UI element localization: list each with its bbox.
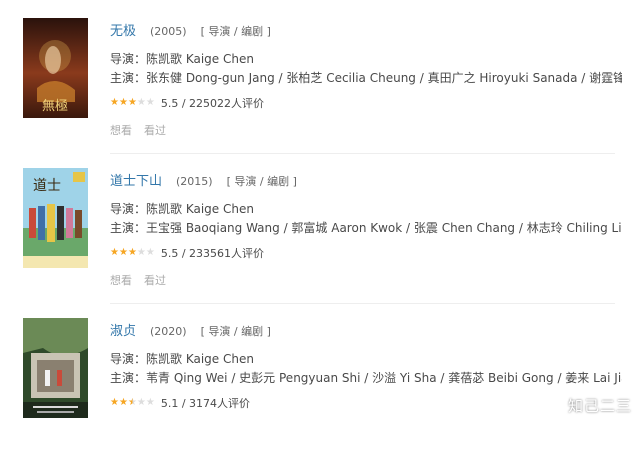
star-icon: ★ — [145, 397, 155, 408]
star-icon: ★ — [118, 247, 128, 258]
rating-text: 5.5 / 225022人评价 — [160, 97, 265, 110]
star-icon: ★ — [127, 97, 137, 108]
star-icon: ★ — [118, 97, 128, 108]
want-to-watch-button[interactable]: 想看 — [110, 124, 132, 137]
poster-image: 道士 — [23, 168, 88, 268]
director-line: 导演：陈凯歌 Kaige Chen — [110, 202, 254, 216]
rating-line: ★ ★ ★ ★ ★ 5.5 / 225022人评价 — [110, 95, 264, 111]
movie-roles: [ 导演 / 编剧 ] — [226, 175, 297, 188]
star-icon: ★ — [136, 247, 146, 258]
title-row: 道士下山 (2015) [ 导演 / 编剧 ] — [110, 170, 297, 189]
movie-title-link[interactable]: 道士下山 — [110, 174, 162, 189]
star-icon: ★ — [110, 247, 119, 258]
star-icon: ★ — [118, 397, 128, 408]
watermark: 知己二三 — [567, 397, 632, 415]
movie-item: 道士 道士下山 (2015) [ 导演 / 编剧 ] 导演：陈凯歌 Kaige Ch… — [0, 168, 640, 308]
star-icon: ★ — [136, 397, 146, 408]
movie-year: (2015) — [176, 175, 213, 188]
actions: 想看 看过 — [110, 272, 178, 288]
movie-title-link[interactable]: 淑贞 — [110, 324, 136, 339]
movie-year: (2020) — [150, 325, 187, 338]
star-icon: ★ — [136, 97, 146, 108]
star-rating: ★ ★ ★ ★ ★ — [110, 248, 155, 258]
title-row: 淑贞 (2020) [ 导演 / 编剧 ] — [110, 320, 271, 339]
star-rating: ★ ★ ★ ★ ★ — [110, 398, 155, 408]
poster-logo-text: 無極 — [42, 98, 68, 114]
title-row: 无极 (2005) [ 导演 / 编剧 ] — [110, 20, 271, 39]
poster-logo-text: 道士 — [33, 178, 61, 194]
divider — [110, 303, 615, 304]
star-icon: ★ — [145, 247, 155, 258]
star-icon: ★ — [110, 97, 119, 108]
movie-poster[interactable]: 無極 — [23, 18, 88, 118]
poster-image: 無極 — [23, 18, 88, 118]
cast-line: 主演：苇青 Qing Wei / 史彭元 Pengyuan Shi / 沙溢 Y… — [110, 371, 622, 385]
cast-line: 主演：王宝强 Baoqiang Wang / 郭富城 Aaron Kwok / … — [110, 221, 622, 235]
watched-button[interactable]: 看过 — [144, 124, 166, 137]
director-line: 导演：陈凯歌 Kaige Chen — [110, 352, 254, 366]
rating-text: 5.5 / 233561人评价 — [160, 247, 265, 260]
poster-image — [23, 318, 88, 418]
movie-roles: [ 导演 / 编剧 ] — [200, 25, 271, 38]
star-icon: ★ — [110, 397, 119, 408]
movie-item: 無極 无极 (2005) [ 导演 / 编剧 ] 导演：陈凯歌 Kaige Chen… — [0, 18, 640, 158]
watched-button[interactable]: 看过 — [144, 274, 166, 287]
star-icon: ★ — [127, 247, 137, 258]
want-to-watch-button[interactable]: 想看 — [110, 274, 132, 287]
star-icon: ★ — [127, 397, 137, 408]
star-icon: ★ — [145, 97, 155, 108]
actions: 想看 看过 — [110, 122, 178, 138]
rating-text: 5.1 / 3174人评价 — [160, 397, 251, 410]
rating-line: ★ ★ ★ ★ ★ 5.5 / 233561人评价 — [110, 245, 264, 261]
movie-item: 淑贞 (2020) [ 导演 / 编剧 ] 导演：陈凯歌 Kaige Chen 主演… — [0, 318, 640, 458]
movie-year: (2005) — [150, 25, 187, 38]
movie-roles: [ 导演 / 编剧 ] — [200, 325, 271, 338]
divider — [110, 153, 615, 154]
director-line: 导演：陈凯歌 Kaige Chen — [110, 52, 254, 66]
movie-poster[interactable]: 道士 — [23, 168, 88, 268]
movie-title-link[interactable]: 无极 — [110, 24, 136, 39]
star-rating: ★ ★ ★ ★ ★ — [110, 98, 155, 108]
cast-line: 主演：张东健 Dong-gun Jang / 张柏芝 Cecilia Cheun… — [110, 71, 622, 85]
rating-line: ★ ★ ★ ★ ★ 5.1 / 3174人评价 — [110, 395, 250, 411]
movie-poster[interactable] — [23, 318, 88, 418]
